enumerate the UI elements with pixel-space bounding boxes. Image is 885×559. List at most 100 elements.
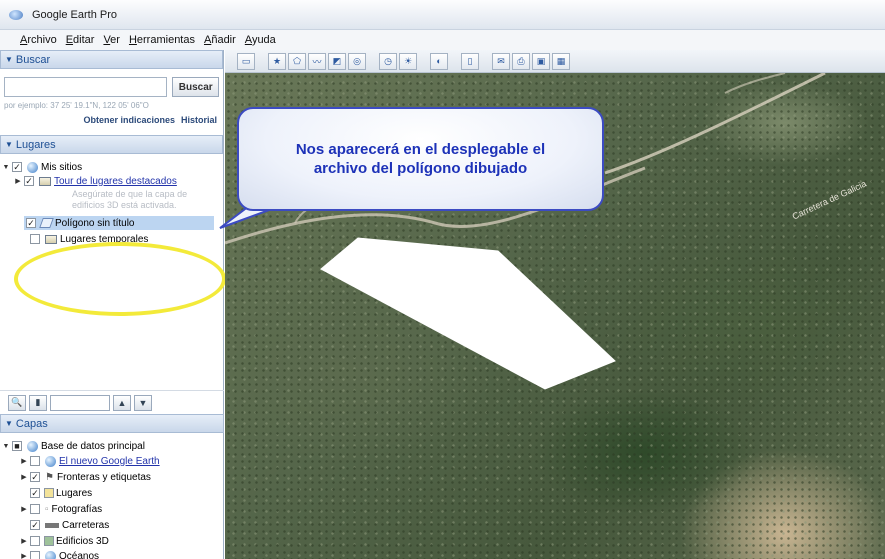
layer-label: Edificios 3D bbox=[56, 535, 109, 547]
directions-link[interactable]: Obtener indicaciones bbox=[83, 115, 175, 135]
planets-icon[interactable]: ◐ bbox=[430, 52, 448, 70]
menu-ayuda[interactable]: Ayuda bbox=[245, 34, 276, 46]
expand-triangle-icon[interactable]: ▼ bbox=[2, 443, 10, 450]
drawn-polygon bbox=[320, 237, 616, 390]
path-tool-icon[interactable]: 〰 bbox=[308, 52, 326, 70]
expand-triangle-icon[interactable]: ▶ bbox=[20, 457, 28, 465]
tree-item-poligono[interactable]: ✓ Polígono sin título bbox=[24, 216, 214, 230]
places-filter-input[interactable] bbox=[50, 394, 110, 411]
layers-section-header[interactable]: ▼ Capas bbox=[0, 414, 224, 433]
tree-item-label[interactable]: Tour de lugares destacados bbox=[54, 176, 177, 187]
print-icon[interactable]: ⎙ bbox=[512, 52, 530, 70]
checkbox[interactable] bbox=[30, 551, 40, 559]
move-down-icon[interactable]: ▼ bbox=[134, 394, 152, 411]
layer-item[interactable]: ✓ Lugares bbox=[28, 486, 92, 500]
tree-item-tour[interactable]: ▶ ✓ Tour de lugares destacados bbox=[14, 174, 177, 188]
checkbox[interactable]: ✓ bbox=[12, 162, 22, 172]
polygon-icon bbox=[39, 218, 54, 228]
historical-imagery-icon[interactable]: ◷ bbox=[379, 52, 397, 70]
layer-label: Base de datos principal bbox=[41, 440, 145, 452]
callout-bubble: Nos aparecerá en el desplegable el archi… bbox=[237, 107, 604, 211]
tour-description-2: edificios 3D está activada. bbox=[72, 200, 177, 210]
highlight-circle bbox=[14, 242, 226, 316]
layer-label: Carreteras bbox=[62, 519, 110, 531]
panel-toggle-icon[interactable]: ▮ bbox=[29, 394, 47, 411]
expand-triangle-icon[interactable]: ▶ bbox=[14, 177, 22, 185]
layer-item[interactable]: ▶ ▫ Fotografías bbox=[20, 502, 102, 516]
sidebar-toggle-icon[interactable]: ▭ bbox=[237, 52, 255, 70]
database-icon bbox=[27, 440, 38, 452]
menu-herramientas[interactable]: Herramientas bbox=[129, 34, 195, 46]
map-toolbar: ▭ ★ ⬠ 〰 ◩ ◎ ◷ ☀ ◐ ▯ ✉ ⎙ ▣ ▦ bbox=[225, 50, 885, 73]
road-icon bbox=[45, 522, 59, 528]
layer-item[interactable]: ✓ Carreteras bbox=[28, 518, 109, 532]
checkbox[interactable] bbox=[30, 234, 40, 244]
expand-triangle-icon[interactable]: ▶ bbox=[20, 537, 28, 545]
layer-label: Océanos bbox=[59, 550, 100, 559]
ocean-icon bbox=[45, 550, 56, 559]
google-maps-icon[interactable]: ▦ bbox=[552, 52, 570, 70]
email-icon[interactable]: ✉ bbox=[492, 52, 510, 70]
expand-triangle-icon[interactable]: ▼ bbox=[2, 164, 10, 171]
menu-archivo[interactable]: Archivo bbox=[20, 34, 57, 46]
expand-triangle-icon[interactable]: ▶ bbox=[20, 473, 28, 481]
ruler-icon[interactable]: ▯ bbox=[461, 52, 479, 70]
checkbox[interactable]: ✓ bbox=[26, 218, 36, 228]
layer-item[interactable]: ▶ ✓ ⚑ Fronteras y etiquetas bbox=[20, 470, 151, 484]
globe-icon bbox=[27, 161, 38, 173]
menu-anadir[interactable]: Añadir bbox=[204, 34, 236, 46]
menu-editar[interactable]: Editar bbox=[66, 34, 95, 46]
callout-text: Nos aparecerá en el desplegable el archi… bbox=[295, 141, 546, 177]
tree-item-label: Polígono sin título bbox=[55, 217, 135, 229]
tree-item-label: Mis sitios bbox=[41, 161, 83, 173]
places-layer-icon bbox=[44, 488, 54, 498]
checkbox[interactable]: ✓ bbox=[30, 472, 40, 482]
checkbox[interactable]: ✓ bbox=[24, 176, 34, 186]
search-header-label: Buscar bbox=[15, 53, 51, 66]
menu-bar: Archivo Editar Ver Herramientas Añadir A… bbox=[0, 30, 885, 50]
checkbox[interactable]: ■ bbox=[12, 441, 22, 451]
search-icon[interactable]: 🔍 bbox=[8, 394, 26, 411]
menu-ver[interactable]: Ver bbox=[103, 34, 120, 46]
layer-item[interactable]: ▶ Océanos bbox=[20, 549, 99, 559]
layer-label[interactable]: El nuevo Google Earth bbox=[59, 456, 160, 467]
search-input[interactable] bbox=[4, 77, 168, 97]
places-section-header[interactable]: ▼ Lugares bbox=[0, 135, 223, 154]
folder-icon bbox=[39, 176, 51, 186]
checkbox[interactable] bbox=[30, 456, 40, 466]
checkbox[interactable]: ✓ bbox=[30, 488, 40, 498]
placemark-icon[interactable]: ★ bbox=[268, 52, 286, 70]
window-title: Google Earth Pro bbox=[32, 8, 117, 21]
google-earth-icon bbox=[8, 7, 24, 23]
places-toolbar: 🔍 ▮ ▲ ▼ bbox=[0, 390, 224, 414]
expand-triangle-icon[interactable]: ▶ bbox=[20, 552, 28, 559]
tree-item-mis-sitios[interactable]: ▼ ✓ Mis sitios bbox=[2, 160, 82, 174]
polygon-tool-icon[interactable]: ⬠ bbox=[288, 52, 306, 70]
search-row: Buscar bbox=[0, 69, 223, 97]
sunlight-icon[interactable]: ☀ bbox=[399, 52, 417, 70]
checkbox[interactable] bbox=[30, 504, 40, 514]
places-header-label: Lugares bbox=[15, 138, 56, 151]
image-overlay-icon[interactable]: ◩ bbox=[328, 52, 346, 70]
window-titlebar: Google Earth Pro bbox=[0, 0, 885, 30]
save-image-icon[interactable]: ▣ bbox=[532, 52, 550, 70]
layer-item[interactable]: ▶ Edificios 3D bbox=[20, 534, 109, 548]
flag-icon: ⚑ bbox=[45, 471, 54, 483]
search-links: Obtener indicaciones Historial bbox=[0, 113, 223, 135]
layer-item[interactable]: ▼ ■ Base de datos principal bbox=[2, 439, 145, 453]
search-section-header[interactable]: ▼ Buscar bbox=[0, 50, 223, 69]
search-button[interactable]: Buscar bbox=[172, 77, 219, 97]
checkbox[interactable] bbox=[30, 536, 40, 546]
checkbox[interactable]: ✓ bbox=[30, 520, 40, 530]
history-link[interactable]: Historial bbox=[181, 115, 217, 135]
collapse-triangle-icon: ▼ bbox=[5, 55, 13, 64]
record-tour-icon[interactable]: ◎ bbox=[348, 52, 366, 70]
move-up-icon[interactable]: ▲ bbox=[113, 394, 131, 411]
search-hint: por ejemplo: 37 25' 19.1"N, 122 05' 06"O bbox=[4, 101, 149, 110]
globe-icon bbox=[45, 455, 56, 467]
collapse-triangle-icon: ▼ bbox=[5, 140, 13, 149]
layer-item[interactable]: ▶ El nuevo Google Earth bbox=[20, 454, 160, 468]
expand-triangle-icon[interactable]: ▶ bbox=[20, 505, 28, 513]
photo-icon: ▫ bbox=[45, 503, 49, 515]
layer-label: Fronteras y etiquetas bbox=[56, 471, 151, 483]
